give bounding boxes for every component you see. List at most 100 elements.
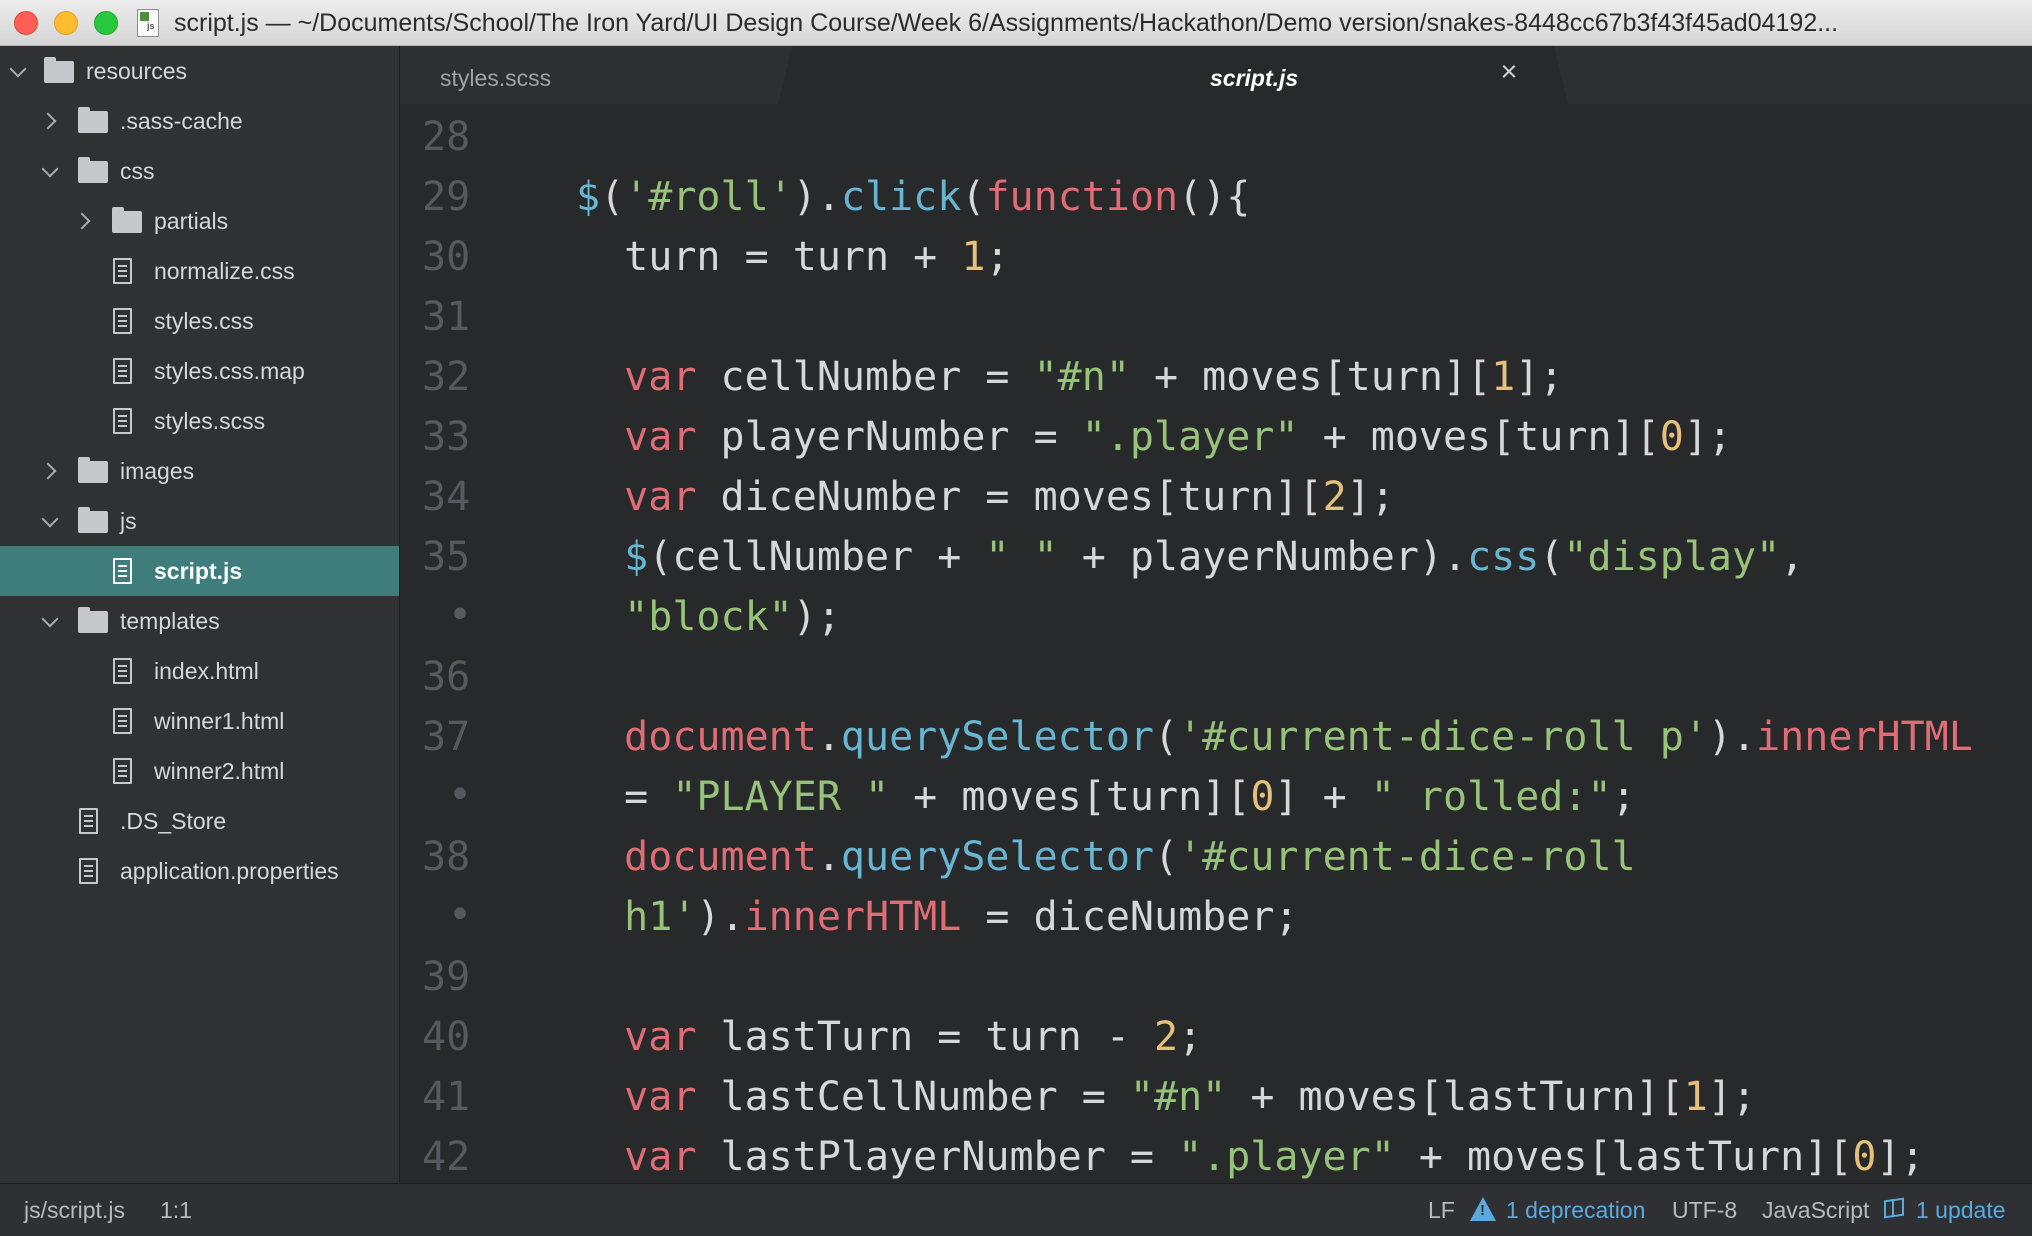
tab-script-js[interactable]: script.js × xyxy=(778,46,1568,104)
code-token-plain: + moves[turn][ xyxy=(1298,414,1660,460)
tree-file-winner1-html[interactable]: winner1.html xyxy=(0,696,399,746)
tree-folder-css[interactable]: css xyxy=(0,146,399,196)
code-token-kw: var xyxy=(624,1134,697,1180)
status-cursor-position[interactable]: 1:1 xyxy=(160,1197,192,1224)
tree-folder-images[interactable]: images xyxy=(0,446,399,496)
chevron-right-icon[interactable] xyxy=(73,212,91,230)
code-token-plain: ; xyxy=(1178,1014,1203,1060)
tree-file-styles-css[interactable]: styles.css xyxy=(0,296,399,346)
code-line[interactable]: 35 $(cellNumber + " " + playerNumber).cs… xyxy=(400,530,2032,590)
code-token-str: "PLAYER " xyxy=(672,774,890,820)
tree-item-label: images xyxy=(120,458,195,484)
close-icon[interactable]: × xyxy=(1494,57,1524,87)
chevron-down-icon[interactable] xyxy=(41,160,59,178)
line-number: 28 xyxy=(422,114,471,160)
tree-folder-sass-cache[interactable]: .sass-cache xyxy=(0,96,399,146)
tree-file-normalize-css[interactable]: normalize.css xyxy=(0,246,399,296)
window-zoom-button[interactable] xyxy=(94,11,118,35)
code-token-num: 2 xyxy=(1153,1014,1179,1060)
code-line[interactable]: 37 document.querySelector('#current-dice… xyxy=(400,710,2032,770)
chevron-down-icon[interactable] xyxy=(9,60,27,78)
code-token-plain: ] + xyxy=(1274,774,1371,820)
tree-item-label: .sass-cache xyxy=(120,108,243,134)
code-token-dol: $ xyxy=(624,534,649,580)
tree-folder-js[interactable]: js xyxy=(0,496,399,546)
code-line[interactable]: • h1').innerHTML = diceNumber; xyxy=(400,890,2032,950)
tree-item-label: index.html xyxy=(154,658,259,684)
code-line[interactable]: 34 var diceNumber = moves[turn][2]; xyxy=(400,470,2032,530)
code-token-plain: cellNumber = xyxy=(696,354,1034,400)
code-line[interactable]: 29 $('#roll').click(function(){ xyxy=(400,170,2032,230)
code-token-plain: ( xyxy=(961,174,986,220)
code-token-prop: document xyxy=(624,834,817,880)
file-icon xyxy=(113,708,132,734)
tab-label: script.js xyxy=(1210,65,1299,91)
code-line[interactable]: 36 xyxy=(400,650,2032,710)
chevron-down-icon[interactable] xyxy=(41,610,59,628)
chevron-right-icon[interactable] xyxy=(39,462,57,480)
code-token-kw: var xyxy=(624,474,697,520)
code-token-plain: ; xyxy=(985,234,1010,280)
code-token-plain: ]; xyxy=(1707,1074,1757,1120)
code-line[interactable]: • = "PLAYER " + moves[turn][0] + " rolle… xyxy=(400,770,2032,830)
status-grammar[interactable]: JavaScript xyxy=(1762,1197,1869,1224)
code-token-plain: ]; xyxy=(1876,1134,1925,1180)
status-file-path[interactable]: js/script.js xyxy=(24,1197,125,1224)
code-token-plain: ( xyxy=(600,174,625,220)
code-line[interactable]: 41 var lastCellNumber = "#n" + moves[las… xyxy=(400,1070,2032,1130)
code-line[interactable]: 40 var lastTurn = turn - 2; xyxy=(400,1010,2032,1070)
folder-icon xyxy=(44,57,74,83)
code-token-dol: $ xyxy=(576,174,601,220)
status-line-ending[interactable]: LF xyxy=(1428,1197,1455,1224)
tree-file-application-properties[interactable]: application.properties xyxy=(0,846,399,896)
tree-file-index-html[interactable]: index.html xyxy=(0,646,399,696)
tree-folder-resources[interactable]: resources xyxy=(0,46,399,96)
tree-folder-partials[interactable]: partials xyxy=(0,196,399,246)
line-number: 34 xyxy=(422,474,471,520)
status-update-link[interactable]: 1 update xyxy=(1916,1197,2006,1224)
tab-styles-scss[interactable]: styles.scss xyxy=(400,46,780,104)
window-minimize-button[interactable] xyxy=(54,11,78,35)
code-token-kw: var xyxy=(624,414,697,460)
window-close-button[interactable] xyxy=(14,11,38,35)
tree-file-styles-scss[interactable]: styles.scss xyxy=(0,396,399,446)
code-line[interactable]: 32 var cellNumber = "#n" + moves[turn][1… xyxy=(400,350,2032,410)
code-token-plain: (cellNumber + xyxy=(648,534,986,580)
code-line[interactable]: 38 document.querySelector('#current-dice… xyxy=(400,830,2032,890)
status-encoding[interactable]: UTF-8 xyxy=(1672,1197,1737,1224)
code-line[interactable]: 42 var lastPlayerNumber = ".player" + mo… xyxy=(400,1130,2032,1183)
code-line[interactable]: 28 xyxy=(400,110,2032,170)
code-token-plain: lastTurn = turn - xyxy=(696,1014,1154,1060)
tree-file-winner2-html[interactable]: winner2.html xyxy=(0,746,399,796)
tree-file-ds-store[interactable]: .DS_Store xyxy=(0,796,399,846)
code-line[interactable]: 31 xyxy=(400,290,2032,350)
tree-item-label: resources xyxy=(86,58,187,84)
status-deprecation-link[interactable]: 1 deprecation xyxy=(1506,1197,1645,1224)
code-token-plain: + moves[turn][ xyxy=(889,774,1251,820)
chevron-down-icon[interactable] xyxy=(41,510,59,528)
tree-file-script-js[interactable]: script.js xyxy=(0,546,399,596)
code-token-prop: document xyxy=(624,714,817,760)
code-line[interactable]: 33 var playerNumber = ".player" + moves[… xyxy=(400,410,2032,470)
line-number: 42 xyxy=(422,1134,471,1180)
code-text: var lastPlayerNumber = ".player" + moves… xyxy=(576,1134,1925,1180)
file-icon xyxy=(79,808,98,834)
code-line[interactable]: • "block"); xyxy=(400,590,2032,650)
tree-folder-templates[interactable]: templates xyxy=(0,596,399,646)
code-editor[interactable]: 28 29 $('#roll').click(function(){30 turn … xyxy=(400,104,2032,1183)
chevron-right-icon[interactable] xyxy=(39,112,57,130)
tree-file-styles-css-map[interactable]: styles.css.map xyxy=(0,346,399,396)
document-proxy-icon[interactable] xyxy=(137,9,159,37)
tree-item-label: partials xyxy=(154,208,229,234)
soft-wrap-indicator: • xyxy=(448,592,473,638)
folder-icon xyxy=(112,207,142,233)
tab-bar: styles.scss script.js × xyxy=(400,46,2032,104)
folder-icon xyxy=(78,507,108,533)
line-number: 38 xyxy=(422,834,471,880)
code-token-num: 2 xyxy=(1322,474,1347,520)
code-line[interactable]: 39 xyxy=(400,950,2032,1010)
code-line[interactable]: 30 turn = turn + 1; xyxy=(400,230,2032,290)
